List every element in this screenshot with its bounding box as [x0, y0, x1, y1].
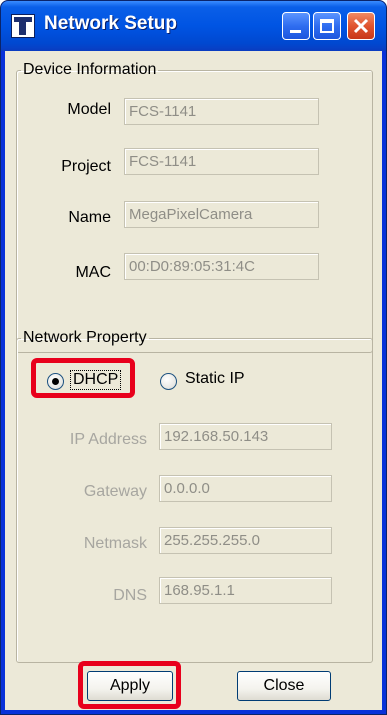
- ip-address-field[interactable]: [159, 423, 332, 450]
- dns-field[interactable]: [159, 577, 332, 604]
- dns-label: DNS: [113, 587, 147, 604]
- model-label: Model: [67, 101, 111, 118]
- title-bar[interactable]: Network Setup: [1, 1, 386, 51]
- close-icon: [353, 18, 369, 34]
- device-name-field[interactable]: [124, 201, 319, 228]
- device-information-legend: Device Information: [23, 61, 157, 78]
- minimize-button[interactable]: [282, 12, 310, 40]
- network-property-legend: Network Property: [23, 329, 147, 346]
- close-button[interactable]: Close: [237, 671, 331, 701]
- dialog-body: Device Information Model Project Name MA…: [5, 51, 382, 710]
- minimize-icon: [290, 30, 301, 33]
- model-field[interactable]: [124, 98, 319, 125]
- radio-selected-dot: [52, 378, 59, 385]
- gateway-field[interactable]: [159, 475, 332, 502]
- ip-address-label: IP Address: [69, 431, 147, 448]
- maximize-button[interactable]: [313, 12, 341, 40]
- name-label: Name: [68, 209, 111, 226]
- app-icon: [11, 14, 35, 38]
- static-ip-radio[interactable]: [160, 373, 177, 390]
- project-field[interactable]: [124, 148, 319, 175]
- network-setup-window: Network Setup Device Information Model P…: [0, 0, 387, 715]
- maximize-icon: [320, 19, 334, 33]
- window-title: Network Setup: [44, 13, 178, 34]
- netmask-label: Netmask: [83, 535, 147, 552]
- mac-label: MAC: [75, 264, 111, 281]
- apply-button[interactable]: Apply: [87, 671, 173, 701]
- static-ip-label[interactable]: Static IP: [185, 370, 245, 388]
- project-label: Project: [61, 158, 111, 175]
- gateway-label: Gateway: [83, 483, 147, 500]
- close-window-button[interactable]: [347, 12, 375, 40]
- dhcp-label[interactable]: DHCP: [70, 370, 122, 390]
- dhcp-radio[interactable]: [47, 373, 64, 390]
- mac-field[interactable]: [124, 253, 319, 280]
- netmask-field[interactable]: [159, 527, 332, 554]
